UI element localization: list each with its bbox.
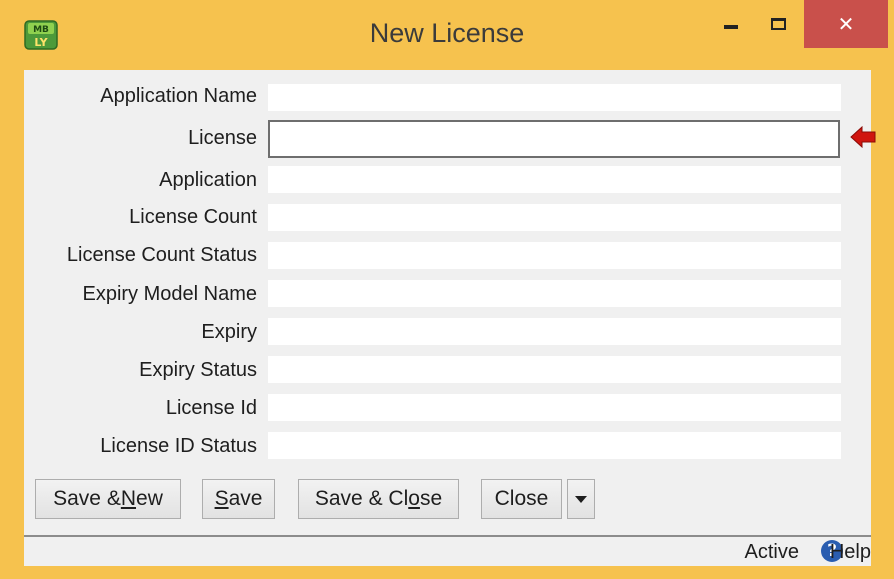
status-text: Active <box>744 541 799 563</box>
form-area: Application Name License Application Lic… <box>24 70 876 566</box>
minimize-icon <box>724 25 738 29</box>
license-field[interactable] <box>268 120 840 158</box>
expiry-status-field[interactable] <box>268 356 841 383</box>
label-expiry-status: Expiry Status <box>139 359 257 381</box>
save-and-new-button[interactable]: Save & New <box>35 479 181 519</box>
status-bar: Active ? Help <box>24 535 871 566</box>
save-and-close-button[interactable]: Save & Cl o se <box>298 479 459 519</box>
new-license-window: MB LY New License ✕ Application Name Lic… <box>0 0 894 579</box>
label-license-count-status: License Count Status <box>66 244 257 266</box>
label-license: License <box>188 127 257 149</box>
label-license-count: License Count <box>129 206 257 228</box>
minimize-button[interactable] <box>708 0 754 48</box>
more-actions-dropdown-button[interactable] <box>567 479 595 519</box>
label-expiry-model-name: Expiry Model Name <box>82 283 257 305</box>
label-license-id: License Id <box>165 397 257 419</box>
label-license-id-status: License ID Status <box>100 435 257 457</box>
help-link[interactable]: Help <box>830 541 871 564</box>
close-icon: ✕ <box>837 12 855 36</box>
close-window-button[interactable]: ✕ <box>804 0 888 48</box>
close-button[interactable]: Close <box>481 479 562 519</box>
license-count-status-field[interactable] <box>268 242 841 269</box>
label-application: Application <box>159 169 257 191</box>
save-button[interactable]: Save <box>202 479 275 519</box>
maximize-icon <box>770 18 786 30</box>
application-name-field[interactable] <box>268 84 841 111</box>
title-bar[interactable]: MB LY New License ✕ <box>0 0 894 70</box>
license-id-status-field[interactable] <box>268 432 841 459</box>
expiry-model-name-field[interactable] <box>268 280 841 307</box>
red-arrow-left-icon <box>850 126 876 148</box>
label-expiry: Expiry <box>201 321 257 343</box>
application-field[interactable] <box>268 166 841 193</box>
chevron-down-icon <box>575 495 587 503</box>
license-id-field[interactable] <box>268 394 841 421</box>
maximize-button[interactable] <box>754 0 802 48</box>
license-count-field[interactable] <box>268 204 841 231</box>
label-application-name: Application Name <box>100 85 257 107</box>
expiry-field[interactable] <box>268 318 841 345</box>
